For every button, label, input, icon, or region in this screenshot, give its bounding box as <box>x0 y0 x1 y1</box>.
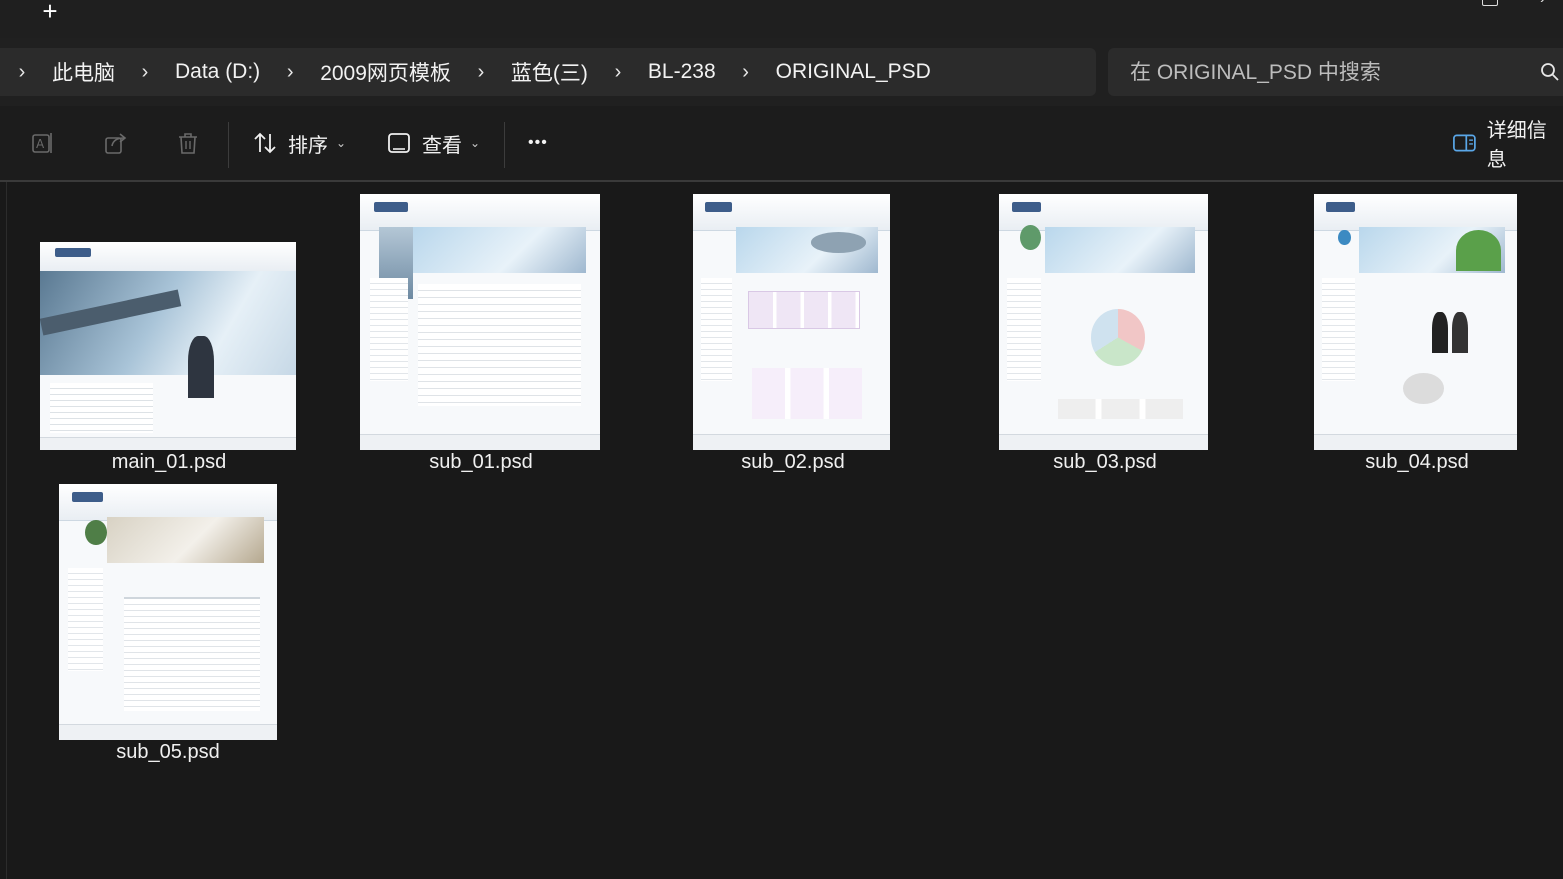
file-name[interactable]: sub_02.psd <box>643 451 943 474</box>
breadcrumb-item-bl238[interactable]: BL-238 <box>648 60 716 84</box>
rename-button[interactable]: A <box>30 124 56 162</box>
breadcrumb-item-this-pc[interactable]: 此电脑 <box>52 57 115 87</box>
file-thumbnail[interactable] <box>693 194 890 450</box>
file-thumbnail[interactable] <box>999 194 1208 450</box>
details-label: 详细信息 <box>1486 120 1547 171</box>
breadcrumb-item-data-drive[interactable]: Data (D:) <box>175 60 260 84</box>
file-name[interactable]: sub_04.psd <box>1267 451 1563 474</box>
search-icon[interactable] <box>1540 62 1560 82</box>
file-thumbnail[interactable] <box>59 484 277 740</box>
pane-divider <box>6 182 7 879</box>
chevron-icon[interactable]: › <box>1540 0 1545 8</box>
new-tab-button[interactable]: + <box>38 0 62 24</box>
restore-icon[interactable] <box>1482 0 1498 6</box>
file-name[interactable]: sub_03.psd <box>955 451 1255 474</box>
sort-icon <box>254 132 276 154</box>
chevron-right-icon[interactable]: › <box>738 61 754 84</box>
chevron-right-icon[interactable]: › <box>610 61 626 84</box>
more-options-button[interactable]: ••• <box>528 124 548 162</box>
chevron-down-icon: ⌄ <box>470 136 481 150</box>
sort-button[interactable]: 排序 ⌄ <box>252 124 346 162</box>
trash-icon <box>179 133 197 154</box>
file-thumbnail[interactable] <box>360 194 600 450</box>
chevron-right-icon[interactable]: › <box>14 61 30 84</box>
view-icon <box>388 133 410 153</box>
breadcrumb-item-2009[interactable]: 2009网页模板 <box>320 57 451 87</box>
file-name[interactable]: main_01.psd <box>19 451 319 474</box>
svg-text:A: A <box>36 137 45 151</box>
toolbar-divider <box>504 122 505 168</box>
address-bar: › 此电脑 › Data (D:) › 2009网页模板 › 蓝色(三) › B… <box>0 38 1563 106</box>
file-thumbnail[interactable] <box>40 242 296 450</box>
file-name[interactable]: sub_05.psd <box>18 741 318 764</box>
breadcrumb[interactable]: › 此电脑 › Data (D:) › 2009网页模板 › 蓝色(三) › B… <box>0 48 1096 96</box>
search-box[interactable] <box>1108 48 1563 98</box>
sort-label: 排序 <box>288 134 328 157</box>
title-bar: + › <box>0 0 1563 38</box>
view-button[interactable]: 查看 ⌄ <box>386 124 480 162</box>
chevron-right-icon[interactable]: › <box>473 61 489 84</box>
share-icon <box>105 133 127 154</box>
chevron-down-icon: ⌄ <box>336 136 347 150</box>
file-name[interactable]: sub_01.psd <box>331 451 631 474</box>
details-pane-icon <box>1453 134 1476 152</box>
chevron-right-icon[interactable]: › <box>137 61 153 84</box>
command-bar: A 排序 ⌄ 查看 ⌄ ••• 详细信息 <box>0 106 1563 182</box>
breadcrumb-item-original-psd[interactable]: ORIGINAL_PSD <box>776 60 931 84</box>
rename-icon: A <box>32 133 52 153</box>
chevron-right-icon[interactable]: › <box>282 61 298 84</box>
delete-button[interactable] <box>175 124 201 162</box>
breadcrumb-item-blue[interactable]: 蓝色(三) <box>511 57 588 87</box>
file-thumbnail[interactable] <box>1314 194 1517 450</box>
view-label: 查看 <box>422 134 462 157</box>
search-input[interactable] <box>1128 48 1522 98</box>
details-pane-button[interactable]: 详细信息 <box>1452 120 1563 171</box>
share-button[interactable] <box>103 124 129 162</box>
toolbar-divider <box>228 122 229 168</box>
